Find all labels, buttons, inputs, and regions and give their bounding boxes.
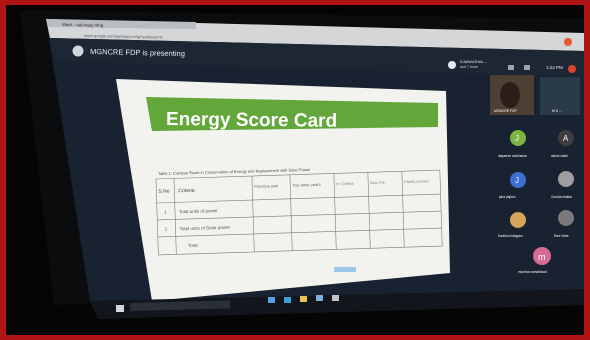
participant-name-4: ashok vashi xyxy=(551,154,568,158)
participant-initial-4: A xyxy=(563,134,569,143)
presenter-badge-name: KJANAGHAL... xyxy=(460,59,487,64)
slide-page-indicator xyxy=(334,267,356,272)
start-icon[interactable] xyxy=(116,305,124,312)
slide-title: Energy Score Card xyxy=(166,109,337,132)
participant-avatar-7 xyxy=(510,212,526,228)
participant-name-3: dayasree ravicharan xyxy=(498,154,527,158)
header-criteria: Criteria xyxy=(178,188,195,195)
participant-name-7: Kavitha Indiagam xyxy=(498,234,523,238)
taskbar-app-icon[interactable] xyxy=(268,297,275,303)
participant-name-6: Goutha khattar xyxy=(551,195,573,199)
avatar-icon[interactable] xyxy=(564,38,572,46)
people-icon[interactable] xyxy=(508,65,514,70)
clock: 1:24 PM xyxy=(546,65,563,70)
header-max-pts: Max Pts xyxy=(370,180,385,185)
participant-initial-9: m xyxy=(538,252,546,262)
participant-name-2: M S ... xyxy=(552,109,562,113)
participant-initial-5: J xyxy=(515,176,519,185)
header-in-criteria: In Criteria xyxy=(336,181,354,187)
taskbar-store-icon[interactable] xyxy=(316,295,323,301)
chat-icon[interactable] xyxy=(524,65,530,70)
taskbar-edge-icon[interactable] xyxy=(284,297,291,303)
participant-avatar-8 xyxy=(558,210,574,226)
header-sno: S.No xyxy=(158,189,170,195)
participant-initial-3: J xyxy=(515,134,519,143)
participant-avatar-6 xyxy=(558,171,574,187)
row-3-criteria: Total xyxy=(188,243,198,248)
photo-frame: Meet - rad-wacj-mhg meet.google.com/rad-… xyxy=(6,5,584,335)
presenter-badge-icon xyxy=(448,61,456,69)
tab-title: Meet - rad-wacj-mhg xyxy=(62,22,104,28)
header-two-other-years: Two other years xyxy=(292,182,321,188)
monitor-photo: Meet - rad-wacj-mhg meet.google.com/rad-… xyxy=(6,5,584,335)
participant-name-1: MGNCRE FDP xyxy=(494,109,518,113)
presenter-avatar-icon xyxy=(72,45,84,57)
taskbar-mail-icon[interactable] xyxy=(332,295,339,301)
header-points-scored: Points scored xyxy=(404,178,428,184)
presenter-badge-sub: and 7 more xyxy=(460,65,478,69)
participant-name-9: muchha namalhavat xyxy=(518,270,547,274)
participant-face xyxy=(500,82,520,108)
participant-name-8: Ravi Varte xyxy=(554,234,569,238)
account-icon[interactable] xyxy=(568,65,576,73)
participant-name-5: jaba pajhan xyxy=(498,195,516,199)
header-previous-year: Previous year xyxy=(254,183,279,189)
taskbar-folder-icon[interactable] xyxy=(300,296,307,302)
